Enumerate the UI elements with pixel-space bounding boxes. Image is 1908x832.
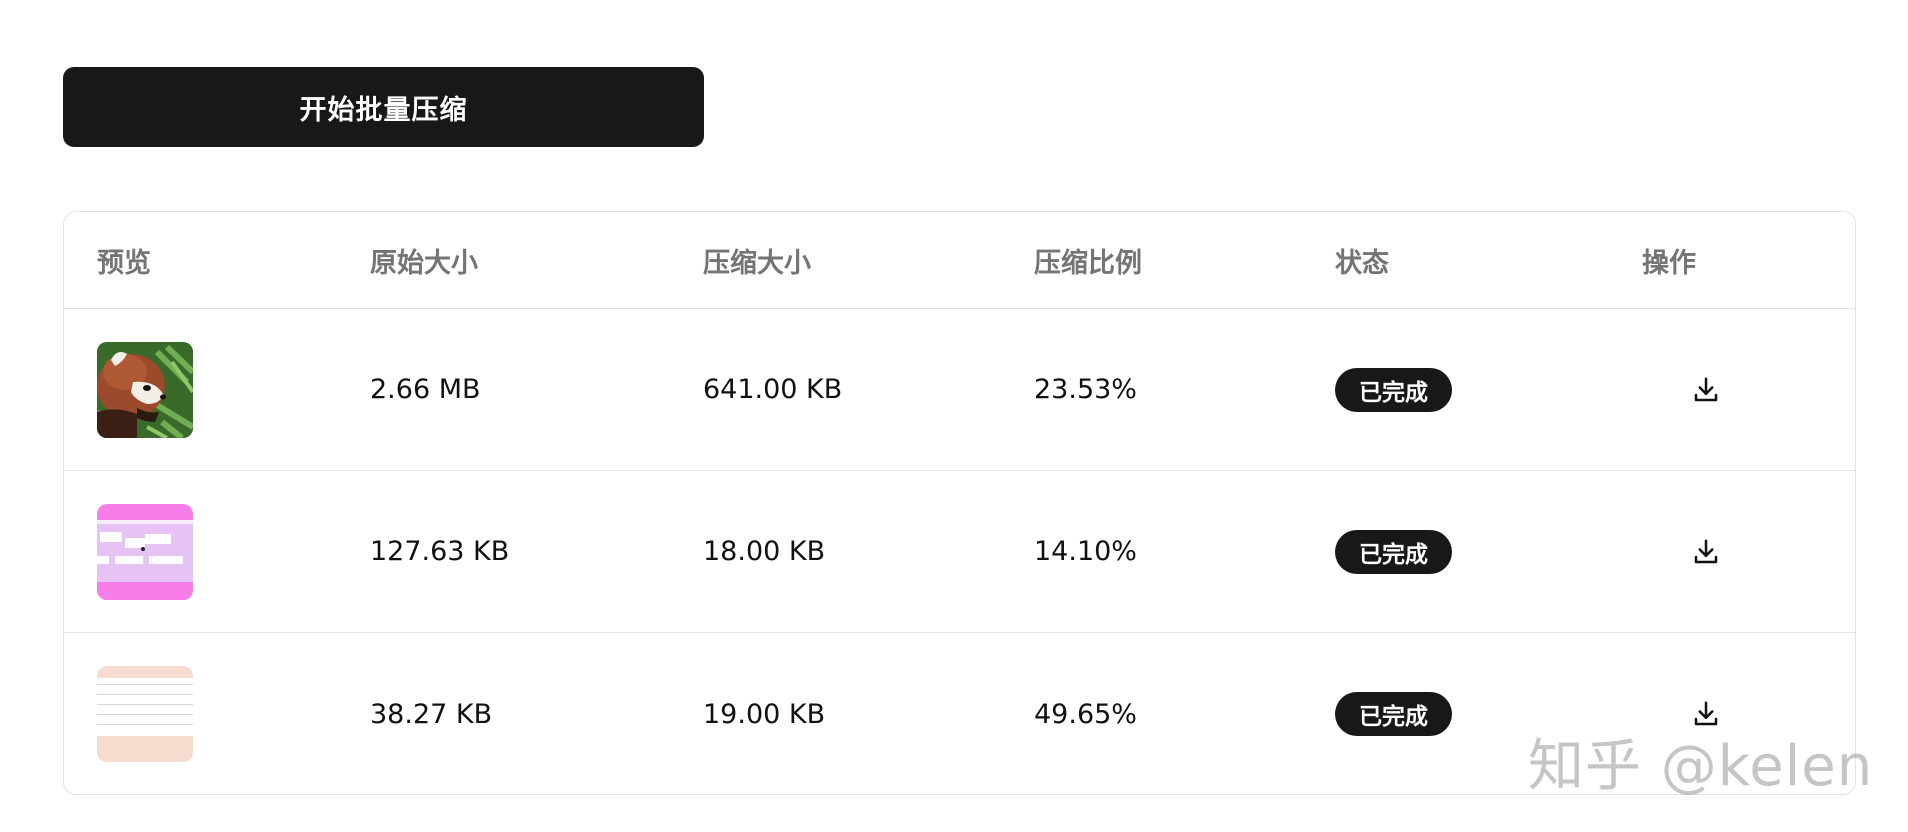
header-original-size: 原始大小 — [370, 247, 478, 279]
original-size: 2.66 MB — [370, 374, 481, 405]
download-icon — [1694, 539, 1718, 563]
header-preview: 预览 — [97, 247, 151, 279]
download-button[interactable] — [1680, 526, 1732, 578]
status-badge: 已完成 — [1335, 692, 1452, 736]
pink-ui-thumbnail — [97, 503, 193, 600]
table-row: 127.63 KB 18.00 KB 14.10% 已完成 — [64, 471, 1855, 633]
watermark: 知乎 @kelen — [1528, 734, 1874, 799]
compressed-size: 18.00 KB — [703, 536, 826, 567]
red-panda-thumbnail — [97, 341, 193, 438]
header-compressed-size: 压缩大小 — [703, 247, 811, 279]
peach-document-thumbnail — [97, 666, 193, 762]
table-row: 2.66 MB 641.00 KB 23.53% 已完成 — [64, 309, 1855, 471]
compressed-size: 641.00 KB — [703, 374, 843, 405]
status-badge: 已完成 — [1335, 367, 1452, 412]
original-size: 127.63 KB — [370, 536, 510, 567]
header-action: 操作 — [1642, 247, 1696, 279]
original-size: 38.27 KB — [370, 698, 493, 730]
compression-ratio: 14.10% — [1034, 536, 1137, 567]
compressed-size: 19.00 KB — [703, 698, 826, 730]
start-batch-compress-button[interactable]: 开始批量压缩 — [63, 67, 704, 147]
compression-results-table: 预览 原始大小 压缩大小 压缩比例 状态 操作 2.66 MB 641.00 K… — [63, 211, 1856, 795]
compression-ratio: 49.65% — [1034, 698, 1137, 730]
compression-ratio: 23.53% — [1034, 374, 1137, 405]
header-compression-ratio: 压缩比例 — [1034, 247, 1142, 279]
download-icon — [1694, 377, 1718, 401]
header-status: 状态 — [1335, 247, 1389, 279]
status-badge: 已完成 — [1335, 529, 1452, 574]
table-header: 预览 原始大小 压缩大小 压缩比例 状态 操作 — [64, 212, 1855, 309]
download-button[interactable] — [1680, 364, 1732, 416]
